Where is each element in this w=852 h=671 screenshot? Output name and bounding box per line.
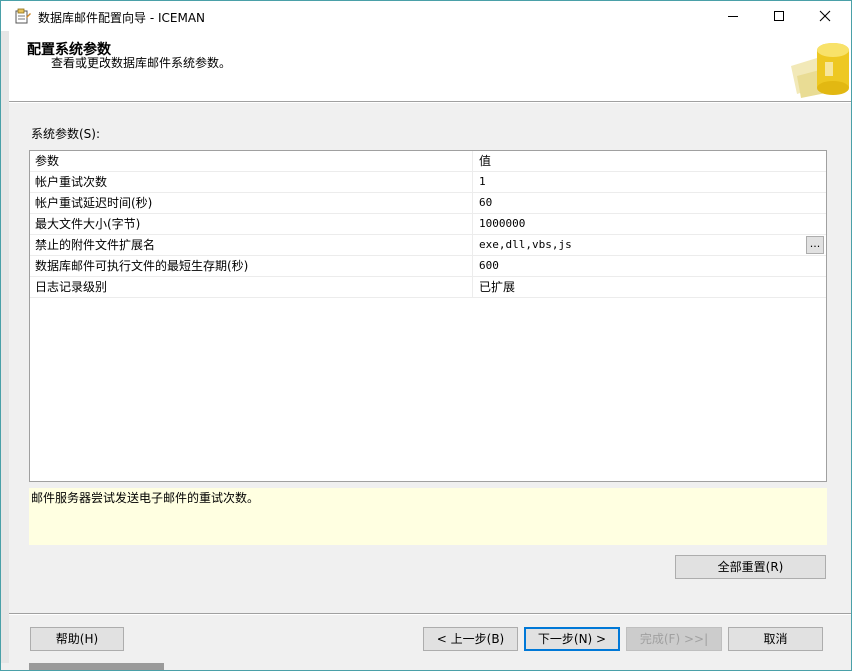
- column-header-parameter[interactable]: 参数: [35, 151, 470, 171]
- maximize-button[interactable]: [756, 1, 802, 31]
- minimize-button[interactable]: [710, 1, 756, 31]
- page-subtitle: 查看或更改数据库邮件系统参数。: [51, 56, 232, 70]
- parameter-value[interactable]: 1000000: [479, 214, 819, 234]
- parameter-value[interactable]: 已扩展: [479, 277, 819, 297]
- wizard-window: 数据库邮件配置向导 - ICEMAN 配置系统参数 查看或更改数据库邮件系统参数…: [0, 0, 852, 671]
- table-row[interactable]: 禁止的附件文件扩展名 exe,dll,vbs,js ...: [30, 235, 826, 256]
- parameter-name: 禁止的附件文件扩展名: [35, 238, 156, 252]
- parameter-value[interactable]: exe,dll,vbs,js: [479, 235, 819, 255]
- parameter-value[interactable]: 60: [479, 193, 819, 213]
- parameter-name: 帐户重试延迟时间(秒): [35, 196, 153, 210]
- parameter-value[interactable]: 600: [479, 256, 819, 276]
- system-parameters-label: 系统参数(S):: [31, 127, 101, 141]
- window-title: 数据库邮件配置向导 - ICEMAN: [38, 11, 205, 25]
- parameter-name: 最大文件大小(字节): [35, 217, 141, 231]
- background-taskbar-fragment: [29, 663, 164, 670]
- table-row[interactable]: 最大文件大小(字节) 1000000: [30, 214, 826, 235]
- table-row[interactable]: 帐户重试次数 1: [30, 172, 826, 193]
- table-row[interactable]: 帐户重试延迟时间(秒) 60: [30, 193, 826, 214]
- parameter-name: 数据库邮件可执行文件的最短生存期(秒): [35, 259, 249, 273]
- parameter-name: 日志记录级别: [35, 280, 108, 294]
- maximize-icon: [774, 11, 784, 21]
- close-icon: [819, 10, 831, 22]
- parameter-name: 帐户重试次数: [35, 175, 108, 189]
- wizard-header: 配置系统参数 查看或更改数据库邮件系统参数。: [9, 31, 851, 101]
- help-button[interactable]: 帮助(H): [30, 627, 124, 651]
- footer-separator: [9, 613, 851, 615]
- system-parameters-grid[interactable]: 参数 值 帐户重试次数 1 帐户重试延迟时间(秒) 60 最大文件大小(字节) …: [29, 150, 827, 482]
- back-button[interactable]: < 上一步(B): [423, 627, 518, 651]
- cancel-button[interactable]: 取消: [728, 627, 823, 651]
- parameter-description: 邮件服务器尝试发送电子邮件的重试次数。: [29, 488, 827, 545]
- table-row[interactable]: 日志记录级别 已扩展: [30, 277, 826, 298]
- wizard-app-icon: [15, 8, 31, 24]
- parameter-value[interactable]: 1: [479, 172, 819, 192]
- background-app-edge: [1, 1, 9, 670]
- database-mail-graphic-icon: [787, 36, 851, 100]
- grid-header-row: 参数 值: [30, 151, 826, 172]
- finish-button[interactable]: 完成(F) >>|: [626, 627, 722, 651]
- table-row[interactable]: 数据库邮件可执行文件的最短生存期(秒) 600: [30, 256, 826, 277]
- next-button[interactable]: 下一步(N) >: [524, 627, 620, 651]
- title-bar[interactable]: 数据库邮件配置向导 - ICEMAN: [1, 1, 851, 31]
- close-button[interactable]: [802, 1, 848, 31]
- reset-all-button[interactable]: 全部重置(R): [675, 555, 826, 579]
- column-header-value[interactable]: 值: [479, 151, 819, 171]
- minimize-icon: [728, 16, 738, 17]
- edit-extensions-button[interactable]: ...: [806, 236, 824, 254]
